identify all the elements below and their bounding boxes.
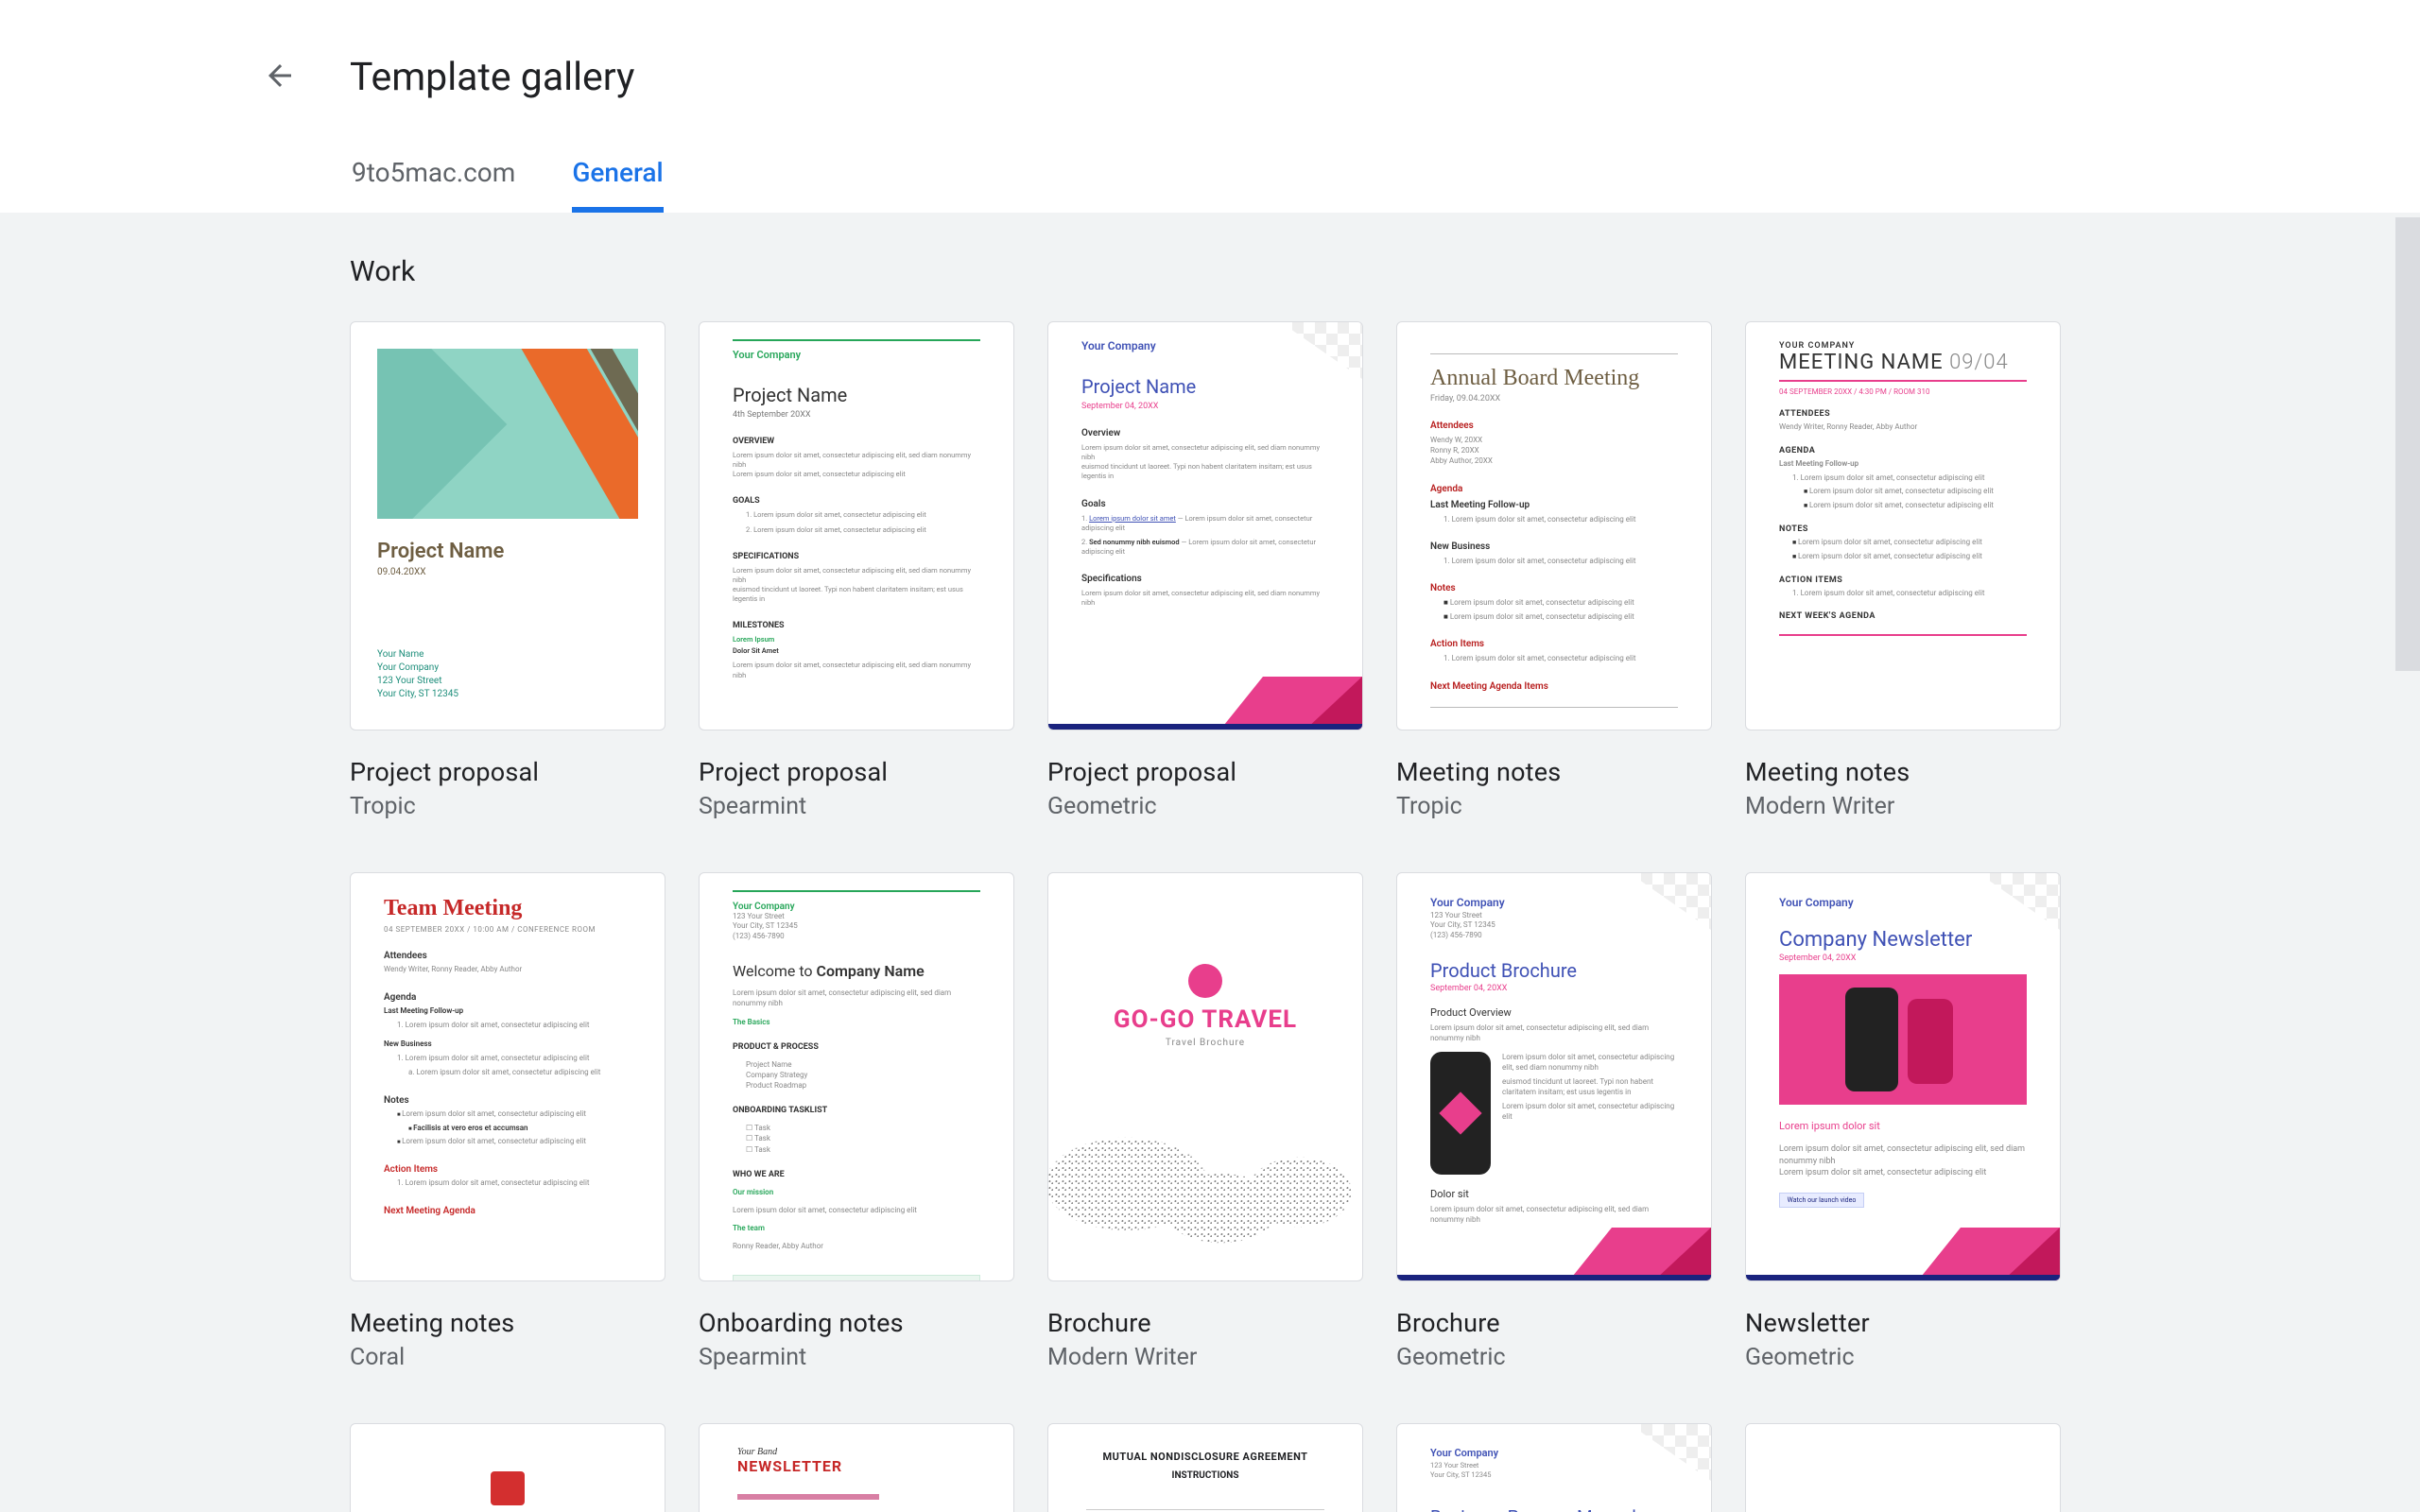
- template-thumbnail: Your Company Project Name 4th September …: [699, 321, 1014, 730]
- tab-general[interactable]: General: [572, 157, 663, 213]
- scrollbar[interactable]: [2395, 217, 2420, 1512]
- template-thumbnail: Your Company 123 Your StreetYour City, S…: [1396, 872, 1712, 1281]
- template-meeting-notes-modern-writer[interactable]: YOUR COMPANY MEETING NAME 09/04 04 SEPTE…: [1745, 321, 2061, 820]
- template-title: Onboarding notes: [699, 1308, 1014, 1338]
- template-thumbnail: Team Meeting 04 SEPTEMBER 20XX / 10:00 A…: [350, 872, 666, 1281]
- arrow-left-icon: [263, 59, 297, 96]
- template-meeting-notes-tropic[interactable]: Annual Board Meeting Friday, 09.04.20XX …: [1396, 321, 1712, 820]
- template-brochure-geometric[interactable]: Your Company 123 Your StreetYour City, S…: [1396, 872, 1712, 1371]
- header: Template gallery 9to5mac.com General: [0, 0, 2420, 213]
- brochure-logo-icon: [1188, 964, 1222, 998]
- template-title: Project proposal: [699, 757, 1014, 787]
- template-project-proposal-geometric[interactable]: Your Company Project Name September 04, …: [1047, 321, 1363, 820]
- template-thumbnail: Your Company 123 Your StreetYour City, S…: [699, 872, 1014, 1281]
- template-thumbnail: Project Name 09.04.20XX Your Name Your C…: [350, 321, 666, 730]
- template-newsletter-geometric[interactable]: Your Company Company Newsletter Septembe…: [1745, 872, 2061, 1371]
- back-button[interactable]: [257, 55, 302, 100]
- phone-icon: [1430, 1052, 1491, 1175]
- template-peek-1[interactable]: HeartWorks Weekly Digest: [350, 1423, 666, 1512]
- template-peek-3[interactable]: MUTUAL NONDISCLOSURE AGREEMENT INSTRUCTI…: [1047, 1423, 1363, 1512]
- template-grid: Project Name 09.04.20XX Your Name Your C…: [350, 321, 2042, 1512]
- template-subtitle: Tropic: [1396, 793, 1712, 820]
- template-thumbnail: YOUR COMPANY MEETING NAME 09/04 04 SEPTE…: [1745, 321, 2061, 730]
- template-title: Newsletter: [1745, 1308, 2061, 1338]
- template-title: Brochure: [1047, 1308, 1363, 1338]
- template-title: Meeting notes: [1396, 757, 1712, 787]
- template-subtitle: Coral: [350, 1344, 666, 1371]
- scrollbar-thumb[interactable]: [2395, 217, 2420, 671]
- template-thumbnail: Your Company 123 Your StreetYour City, S…: [1396, 1423, 1712, 1512]
- template-subtitle: Spearmint: [699, 1344, 1014, 1371]
- tabs: 9to5mac.com General: [246, 157, 2420, 213]
- template-subtitle: Spearmint: [699, 793, 1014, 820]
- section-title-work: Work: [350, 255, 2042, 288]
- template-title: Project proposal: [1047, 757, 1363, 787]
- content-area: Work Project Name 09.04.20XX Your Name Y…: [0, 213, 2420, 1512]
- template-thumbnail: MUTUAL NONDISCLOSURE AGREEMENT INSTRUCTI…: [1047, 1423, 1363, 1512]
- template-thumbnail: [1745, 1423, 2061, 1512]
- template-title: Meeting notes: [350, 1308, 666, 1338]
- template-subtitle: Geometric: [1745, 1344, 2061, 1371]
- template-thumbnail: GO-GO TRAVEL Travel Brochure: [1047, 872, 1363, 1281]
- template-title: Project proposal: [350, 757, 666, 787]
- template-meeting-notes-coral[interactable]: Team Meeting 04 SEPTEMBER 20XX / 10:00 A…: [350, 872, 666, 1371]
- template-subtitle: Modern Writer: [1047, 1344, 1363, 1371]
- heart-icon: [491, 1471, 525, 1505]
- template-title: Meeting notes: [1745, 757, 2061, 787]
- template-thumbnail: Annual Board Meeting Friday, 09.04.20XX …: [1396, 321, 1712, 730]
- template-subtitle: Tropic: [350, 793, 666, 820]
- template-thumbnail: Your Company Company Newsletter Septembe…: [1745, 872, 2061, 1281]
- template-title: Brochure: [1396, 1308, 1712, 1338]
- template-subtitle: Modern Writer: [1745, 793, 2061, 820]
- newsletter-hero-image: [1779, 974, 2027, 1105]
- page-title: Template gallery: [350, 55, 634, 100]
- world-map-icon: [1048, 1120, 1362, 1280]
- template-peek-5[interactable]: [1745, 1423, 2061, 1512]
- tab-9to5mac[interactable]: 9to5mac.com: [352, 157, 515, 213]
- template-peek-2[interactable]: Your Band NEWSLETTER: [699, 1423, 1014, 1512]
- template-thumbnail: Your Company Project Name September 04, …: [1047, 321, 1363, 730]
- template-thumbnail: Your Band NEWSLETTER: [699, 1423, 1014, 1512]
- template-peek-4[interactable]: Your Company 123 Your StreetYour City, S…: [1396, 1423, 1712, 1512]
- template-project-proposal-tropic[interactable]: Project Name 09.04.20XX Your Name Your C…: [350, 321, 666, 820]
- template-project-proposal-spearmint[interactable]: Your Company Project Name 4th September …: [699, 321, 1014, 820]
- template-thumbnail: HeartWorks Weekly Digest: [350, 1423, 666, 1512]
- template-brochure-modern-writer[interactable]: GO-GO TRAVEL Travel Brochure Brochure Mo…: [1047, 872, 1363, 1371]
- template-subtitle: Geometric: [1396, 1344, 1712, 1371]
- template-onboarding-notes-spearmint[interactable]: Your Company 123 Your StreetYour City, S…: [699, 872, 1014, 1371]
- template-subtitle: Geometric: [1047, 793, 1363, 820]
